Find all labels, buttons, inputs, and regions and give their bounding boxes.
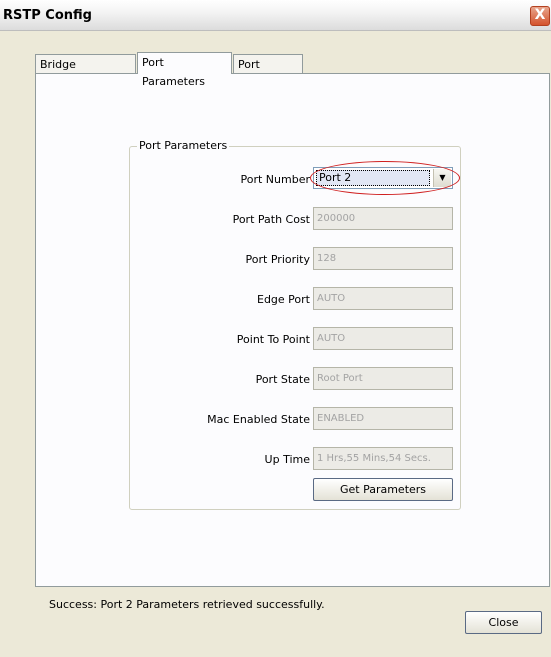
point-to-point-field[interactable]: AUTO (313, 327, 453, 350)
up-time-label: Up Time (264, 453, 310, 466)
get-parameters-button[interactable]: Get Parameters (313, 478, 453, 501)
mac-enabled-state-field[interactable]: ENABLED (313, 407, 453, 430)
port-number-value: Port 2 (316, 170, 430, 186)
port-priority-label: Port Priority (245, 253, 310, 266)
tab-port-parameters[interactable]: Port Parameters (137, 52, 232, 88)
mac-enabled-state-label: Mac Enabled State (207, 413, 310, 426)
chevron-down-icon[interactable]: ▼ (433, 169, 451, 187)
status-message: Success: Port 2 Parameters retrieved suc… (49, 598, 325, 611)
up-time-field[interactable]: 1 Hrs,55 Mins,54 Secs. (313, 447, 453, 470)
title-bar: RSTP Config X (0, 0, 551, 31)
port-number-select[interactable]: Port 2 ▼ (313, 167, 453, 189)
tab-panel: Port Parameters Port Number Port 2 ▼ Por… (35, 73, 550, 587)
tab-port-states[interactable]: Port States (233, 54, 303, 90)
close-window-icon[interactable]: X (530, 6, 550, 26)
group-title: Port Parameters (137, 139, 230, 152)
port-path-cost-label: Port Path Cost (232, 213, 310, 226)
port-state-field[interactable]: Root Port (313, 367, 453, 390)
point-to-point-label: Point To Point (236, 333, 310, 346)
close-button[interactable]: Close (465, 611, 542, 634)
port-state-label: Port State (255, 373, 310, 386)
port-number-label: Port Number (240, 173, 311, 186)
port-priority-field[interactable]: 128 (313, 247, 453, 270)
edge-port-label: Edge Port (257, 293, 310, 306)
edge-port-field[interactable]: AUTO (313, 287, 453, 310)
port-path-cost-field[interactable]: 200000 (313, 207, 453, 230)
window-title: RSTP Config (3, 8, 92, 23)
port-parameters-group: Port Parameters Port Number Port 2 ▼ Por… (129, 139, 461, 510)
tab-bridge-parameters[interactable]: Bridge Parameters (35, 54, 136, 90)
